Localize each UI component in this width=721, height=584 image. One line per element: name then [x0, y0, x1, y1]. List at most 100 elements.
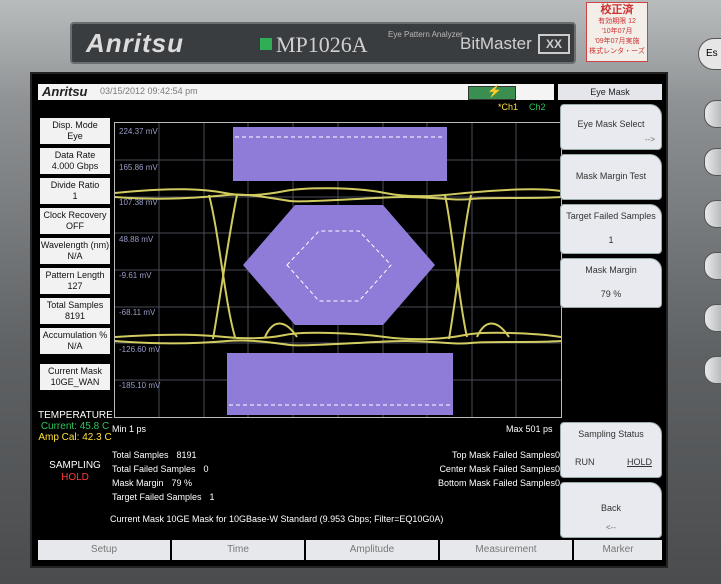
info-label: Disp. Mode	[52, 120, 98, 130]
stat-label: Target Failed Samples	[112, 492, 202, 502]
arrow-left-icon: <--	[606, 523, 616, 532]
info-label: Pattern Length	[45, 270, 105, 280]
softkey-value: 1	[608, 235, 614, 245]
y-tick-label: 224.37 mV	[119, 127, 158, 136]
info-label: Data Rate	[54, 150, 96, 160]
stat-label: Top Mask Failed Samples	[451, 450, 555, 460]
bottom-menu-bar: Setup Time Amplitude Measurement Marker	[38, 540, 662, 562]
channel-1-label[interactable]: *Ch1	[498, 102, 518, 112]
sticker-line: 有効期限 12	[598, 18, 636, 25]
model-name: MP1026A	[276, 32, 368, 57]
hardkey-button-5[interactable]	[704, 304, 721, 332]
run-option[interactable]: RUN	[575, 457, 595, 467]
status-bar: Anritsu 03/15/2012 09:42:54 pm ⚡	[38, 84, 554, 100]
series-logo-icon: XX	[538, 34, 570, 54]
hardkey-button-2[interactable]	[704, 148, 721, 176]
sampling-state: HOLD	[61, 472, 89, 483]
softkey-label: Sampling Status	[578, 429, 644, 439]
stats-left: Total Samples 8191 Total Failed Samples 0 …	[112, 448, 215, 504]
temperature-current: Current: 45.8 C	[40, 421, 110, 432]
stat-mask-margin: Mask Margin 79 %	[112, 476, 215, 490]
sampling-block: SAMPLING HOLD	[38, 460, 112, 484]
stat-value: 0	[203, 464, 209, 474]
y-tick-label: -9.61 mV	[119, 271, 152, 280]
sticker-title: 校正済	[600, 4, 634, 16]
info-value: 1	[72, 191, 78, 201]
info-value: 127	[67, 281, 83, 291]
hardkey-button-4[interactable]	[704, 252, 721, 280]
charging-icon: ⚡	[487, 84, 502, 98]
sampling-status-button[interactable]: Sampling Status RUN HOLD	[560, 422, 662, 478]
tab-time[interactable]: Time	[172, 540, 306, 560]
mask-margin-button[interactable]: Mask Margin 79 %	[560, 258, 662, 308]
temperature-label: TEMPERATURE	[38, 410, 113, 421]
stats-right: Top Mask Failed Samples0 Center Mask Fai…	[408, 448, 560, 490]
esc-button[interactable]: Es	[698, 38, 721, 70]
eye-diagram-plot[interactable]: 224.37 mV 165.86 mV 107.38 mV 48.88 mV -…	[114, 122, 562, 418]
stat-target-failed: Target Failed Samples 1	[112, 490, 215, 504]
stat-bottom-mask-failed: Bottom Mask Failed Samples0	[408, 476, 560, 490]
info-label: Clock Recovery	[43, 210, 107, 220]
info-label: Divide Ratio	[50, 180, 100, 190]
mask-margin-test-button[interactable]: Mask Margin Test	[560, 154, 662, 200]
hardkey-button-6[interactable]	[704, 356, 721, 384]
stat-label: Total Failed Samples	[112, 464, 196, 474]
info-divide-ratio: Divide Ratio 1	[40, 178, 110, 204]
y-tick-label: 165.86 mV	[119, 163, 158, 172]
info-disp-mode: Disp. Mode Eye	[40, 118, 110, 144]
eye-mask-select-button[interactable]: Eye Mask Select -->	[560, 104, 662, 150]
stat-top-mask-failed: Top Mask Failed Samples0	[408, 448, 560, 462]
hardkey-button-3[interactable]	[704, 200, 721, 228]
info-wavelength: Wavelength (nm) N/A	[40, 238, 110, 264]
x-axis-min: Min 1 ps	[112, 424, 147, 434]
softkey-label: Mask Margin Test	[575, 171, 647, 181]
stat-value: 1	[209, 492, 215, 502]
sampling-label: SAMPLING	[49, 460, 101, 471]
info-total-samples: Total Samples 8191	[40, 298, 110, 324]
info-value: 10GE_WAN	[50, 377, 100, 387]
stat-label: Mask Margin	[112, 478, 164, 488]
softkey-label: Mask Margin	[585, 265, 637, 275]
info-label: Wavelength (nm)	[40, 240, 110, 250]
info-value: Eye	[67, 131, 83, 141]
info-value: OFF	[66, 221, 84, 231]
sticker-line: '10年07月	[601, 28, 633, 35]
info-current-mask: Current Mask 10GE_WAN	[40, 364, 110, 390]
channel-2-label[interactable]: Ch2	[529, 102, 546, 112]
softkey-label: Target Failed Samples	[566, 211, 656, 221]
sticker-line: 株式レンタ・ーズ	[589, 48, 645, 55]
stat-value: 8191	[176, 450, 197, 460]
stat-label: Total Samples	[112, 450, 169, 460]
stat-total-samples: Total Samples 8191	[112, 448, 215, 462]
softkey-panel-title: Eye Mask	[558, 84, 662, 100]
calibration-sticker: 校正済 有効期限 12 '10年07月 '09年07月実施 株式レンタ・ーズ	[586, 2, 648, 62]
display-screen: Anritsu 03/15/2012 09:42:54 pm ⚡ *Ch1 Ch…	[30, 72, 668, 568]
info-value: 4.000 Gbps	[51, 161, 99, 171]
temperature-amp-cal: Amp Cal: 42.3 C	[38, 432, 112, 443]
tab-setup[interactable]: Setup	[38, 540, 172, 560]
info-label: Total Samples	[46, 300, 104, 310]
model-square-icon	[260, 38, 272, 50]
model-subtitle: Eye Pattern Analyzer	[388, 30, 463, 39]
info-pattern-length: Pattern Length 127	[40, 268, 110, 294]
tab-amplitude[interactable]: Amplitude	[306, 540, 440, 560]
target-failed-samples-button[interactable]: Target Failed Samples 1	[560, 204, 662, 254]
nameplate: Anritsu MP1026A Eye Pattern Analyzer Bit…	[70, 22, 576, 64]
back-button[interactable]: Back <--	[560, 482, 662, 538]
top-mask	[233, 127, 447, 181]
current-mask-line: Current Mask 10GE Mask for 10GBase-W Sta…	[110, 514, 444, 524]
screen-logo: Anritsu	[42, 84, 88, 99]
arrow-right-icon: -->	[645, 135, 655, 144]
hardkey-button-1[interactable]	[704, 100, 721, 128]
stat-center-mask-failed: Center Mask Failed Samples0	[408, 462, 560, 476]
tab-measurement[interactable]: Measurement	[440, 540, 574, 560]
softkey-value: 79 %	[600, 289, 622, 299]
datetime: 03/15/2012 09:42:54 pm	[100, 86, 198, 96]
info-label: Accumulation %	[42, 330, 108, 340]
stat-label: Center Mask Failed Samples	[439, 464, 555, 474]
hold-option[interactable]: HOLD	[627, 457, 652, 467]
info-value: N/A	[67, 251, 83, 261]
tab-marker[interactable]: Marker	[574, 540, 662, 560]
brand-logo: Anritsu	[86, 28, 184, 58]
y-tick-label: 48.88 mV	[119, 235, 154, 244]
